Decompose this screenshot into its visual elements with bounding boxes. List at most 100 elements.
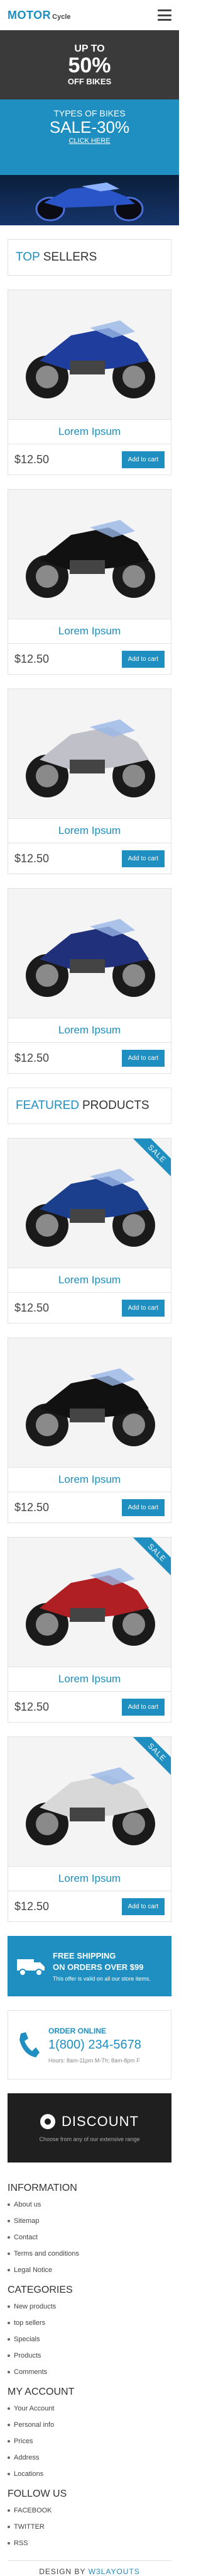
product-card[interactable]: Lorem Ipsum $12.50 Add to cart — [8, 290, 171, 475]
bullet-icon — [8, 2322, 10, 2324]
footer-link-information[interactable]: Sitemap — [8, 2213, 171, 2229]
bullet-icon — [8, 2473, 10, 2475]
product-image[interactable] — [8, 1737, 171, 1866]
footer-link-category[interactable]: Products — [8, 2348, 171, 2364]
add-to-cart-button[interactable]: Add to cart — [121, 650, 165, 668]
menu-icon[interactable] — [158, 9, 171, 21]
footer-link-category[interactable]: top sellers — [8, 2315, 171, 2331]
product-name[interactable]: Lorem Ipsum — [8, 1667, 171, 1692]
product-image[interactable] — [8, 1538, 171, 1667]
product-card[interactable]: Lorem Ipsum $12.50 Add to cart — [8, 1337, 171, 1523]
promo-line-1: UP TO — [74, 43, 105, 54]
footer-link-information[interactable]: Legal Notice — [8, 2262, 171, 2278]
add-to-cart-button[interactable]: Add to cart — [121, 1299, 165, 1317]
footer-link-label: Prices — [14, 2438, 33, 2445]
promo-types-label: TYPES OF BIKES — [53, 108, 126, 118]
eye-icon — [40, 2114, 56, 2129]
free-shipping-banner: FREE SHIPPING ON ORDERS OVER $99 This of… — [8, 1936, 171, 1996]
promo-click-link[interactable]: CLICK HERE — [0, 137, 179, 145]
footer-link-information[interactable]: Contact — [8, 2229, 171, 2246]
add-to-cart-button[interactable]: Add to cart — [121, 1898, 165, 1915]
footer-link-information[interactable]: About us — [8, 2196, 171, 2213]
design-brand-link[interactable]: W3LAYOUTS — [89, 2567, 140, 2576]
footer-link-category[interactable]: Specials — [8, 2331, 171, 2348]
footer-link-label: About us — [14, 2201, 41, 2208]
bullet-icon — [8, 2338, 10, 2341]
product-card[interactable]: Lorem Ipsum $12.50 Add to cart — [8, 489, 171, 675]
footer-link-label: FACEBOOK — [14, 2507, 52, 2514]
footer-link-label: top sellers — [14, 2319, 46, 2327]
footer-link-information[interactable]: Terms and conditions — [8, 2246, 171, 2262]
banner-bike-image — [35, 183, 144, 222]
promo-banner-sale: TYPES OF BIKES SALE-30% CLICK HERE — [0, 99, 179, 225]
motorcycle-image — [25, 919, 155, 997]
motorcycle-image — [25, 719, 155, 797]
add-to-cart-button[interactable]: Add to cart — [121, 1049, 165, 1067]
bullet-icon — [8, 2542, 10, 2545]
section-title-rest: SELLERS — [43, 250, 97, 264]
motorcycle-image — [25, 1568, 155, 1646]
product-card[interactable]: Lorem Ipsum $12.50 Add to cart — [8, 888, 171, 1074]
promo-banner-discount[interactable]: UP TO 50% OFF BIKES — [0, 30, 179, 99]
product-price: $12.50 — [14, 453, 50, 466]
product-card[interactable]: SALE Lorem Ipsum $12.50 Add to cart — [8, 1537, 171, 1723]
add-to-cart-button[interactable]: Add to cart — [121, 1499, 165, 1516]
product-price: $12.50 — [14, 1301, 50, 1314]
footer-link-social[interactable]: FACEBOOK — [8, 2502, 171, 2519]
product-name[interactable]: Lorem Ipsum — [8, 1866, 171, 1891]
footer-link-account[interactable]: Your Account — [8, 2400, 171, 2417]
logo[interactable]: MOTOR Cycle — [8, 9, 71, 22]
product-card[interactable]: SALE Lorem Ipsum $12.50 Add to cart — [8, 1736, 171, 1922]
product-image[interactable] — [8, 1139, 171, 1268]
footer-link-social[interactable]: RSS — [8, 2535, 171, 2551]
product-card[interactable]: SALE Lorem Ipsum $12.50 Add to cart — [8, 1138, 171, 1324]
footer-link-category[interactable]: Comments — [8, 2364, 171, 2380]
add-to-cart-button[interactable]: Add to cart — [121, 850, 165, 867]
footer-link-label: New products — [14, 2303, 57, 2310]
footer-link-account[interactable]: Locations — [8, 2466, 171, 2482]
product-image[interactable] — [8, 689, 171, 818]
footer-link-account[interactable]: Address — [8, 2449, 171, 2466]
product-name[interactable]: Lorem Ipsum — [8, 818, 171, 843]
discount-banner[interactable]: DISCOUNT Choose from any of our extensiv… — [8, 2093, 171, 2163]
product-image[interactable] — [8, 889, 171, 1018]
add-to-cart-button[interactable]: Add to cart — [121, 451, 165, 468]
footer-heading-information: INFORMATION — [8, 2183, 77, 2193]
product-name[interactable]: Lorem Ipsum — [8, 419, 171, 444]
footer-link-label: Comments — [14, 2368, 48, 2376]
phone-number[interactable]: 1(800) 234-5678 — [48, 2038, 141, 2052]
footer-link-social[interactable]: TWITTER — [8, 2519, 171, 2535]
footer-heading-categories: CATEGORIES — [8, 2285, 73, 2295]
section-title-accent: FEATURED — [16, 1099, 79, 1112]
shipping-title: FREE SHIPPING — [53, 1950, 116, 1960]
footer-link-category[interactable]: New products — [8, 2298, 171, 2315]
footer-link-label: Personal info — [14, 2421, 55, 2429]
product-name[interactable]: Lorem Ipsum — [8, 1018, 171, 1043]
product-image[interactable] — [8, 290, 171, 419]
promo-sale-label: SALE-30% — [49, 118, 130, 137]
shipping-subtitle: ON ORDERS OVER $99 — [53, 1962, 144, 1972]
footer-link-account[interactable]: Personal info — [8, 2417, 171, 2433]
product-name[interactable]: Lorem Ipsum — [8, 619, 171, 644]
footer-link-label: TWITTER — [14, 2523, 45, 2531]
footer-link-label: RSS — [14, 2539, 28, 2547]
add-to-cart-button[interactable]: Add to cart — [121, 1698, 165, 1716]
product-price: $12.50 — [14, 1700, 50, 1713]
truck-icon — [17, 1959, 45, 1976]
product-name[interactable]: Lorem Ipsum — [8, 1268, 171, 1293]
footer-link-label: Specials — [14, 2336, 40, 2343]
footer-link-label: Contact — [14, 2234, 38, 2241]
footer-link-account[interactable]: Prices — [8, 2433, 171, 2449]
footer-heading-follow: FOLLOW US — [8, 2489, 67, 2499]
motorcycle-image — [25, 1368, 155, 1446]
bullet-icon — [8, 2253, 10, 2255]
bullet-icon — [8, 2354, 10, 2357]
product-image[interactable] — [8, 1338, 171, 1467]
motorcycle-image — [25, 520, 155, 598]
bullet-icon — [8, 2203, 10, 2206]
motorcycle-image — [25, 1767, 155, 1845]
bullet-icon — [8, 2236, 10, 2239]
product-image[interactable] — [8, 490, 171, 619]
product-card[interactable]: Lorem Ipsum $12.50 Add to cart — [8, 689, 171, 874]
product-name[interactable]: Lorem Ipsum — [8, 1467, 171, 1492]
